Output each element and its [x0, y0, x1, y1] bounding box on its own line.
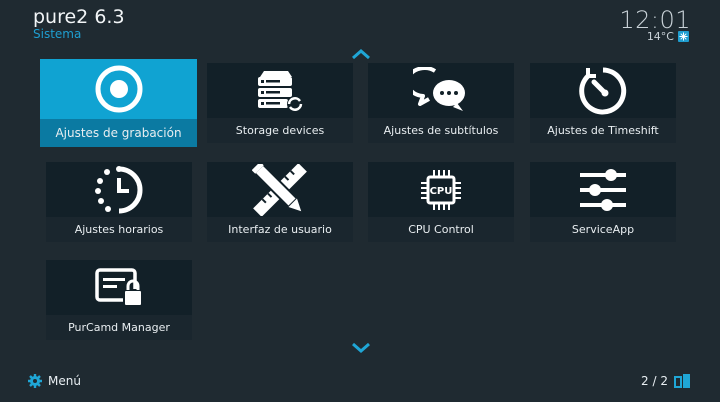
- tile-cpu-control[interactable]: CPU CPU Control: [368, 162, 514, 242]
- tile-ajustes-de-grabacion[interactable]: Ajustes de grabación: [40, 59, 197, 147]
- tile-ajustes-de-subtitulos[interactable]: Ajustes de subtítulos: [368, 63, 514, 143]
- pages-icon: [674, 374, 690, 388]
- header-title: pure2 6.3: [33, 6, 125, 28]
- gear-icon: [28, 374, 42, 388]
- cpu-icon: CPU: [421, 169, 461, 210]
- tile-label: Ajustes horarios: [46, 217, 192, 242]
- menu-button[interactable]: Menú: [28, 374, 81, 388]
- scroll-down-icon[interactable]: [351, 342, 371, 354]
- tile-serviceapp[interactable]: ServiceApp: [530, 162, 676, 242]
- tile-ajustes-de-timeshift[interactable]: Ajustes de Timeshift: [530, 63, 676, 143]
- locked-card-icon: [95, 267, 143, 307]
- record-icon: [95, 65, 142, 113]
- tile-label: ServiceApp: [530, 217, 676, 242]
- page-indicator: 2 / 2: [641, 374, 690, 388]
- subtitles-chat-icon: [413, 66, 465, 111]
- weather: 14°C: [647, 30, 689, 43]
- tile-label: Interfaz de usuario: [207, 217, 353, 242]
- tile-ajustes-horarios[interactable]: Ajustes horarios: [46, 162, 192, 242]
- snowflake-icon: [678, 31, 689, 42]
- header-subtitle: Sistema: [33, 27, 82, 41]
- menu-label: Menú: [48, 374, 81, 388]
- page-number: 2 / 2: [641, 374, 668, 388]
- tile-label: CPU Control: [368, 217, 514, 242]
- tile-label: Storage devices: [207, 118, 353, 143]
- tile-label: PurCamd Manager: [46, 315, 192, 340]
- scroll-up-icon[interactable]: [351, 48, 371, 60]
- clock-icon: [95, 165, 143, 213]
- tile-storage-devices[interactable]: Storage devices: [207, 63, 353, 143]
- tile-purcamd-manager[interactable]: PurCamd Manager: [46, 260, 192, 340]
- cpu-icon-text: CPU: [430, 186, 453, 197]
- tile-label: Ajustes de Timeshift: [530, 118, 676, 143]
- temperature: 14°C: [646, 30, 674, 43]
- pencil-ruler-icon: [252, 163, 307, 216]
- timeshift-icon: [579, 67, 627, 114]
- tile-label: Ajustes de grabación: [40, 119, 197, 147]
- storage-icon: [258, 70, 303, 112]
- tile-interfaz-de-usuario[interactable]: Interfaz de usuario: [207, 162, 353, 242]
- sliders-icon: [580, 168, 626, 211]
- tile-label: Ajustes de subtítulos: [368, 118, 514, 143]
